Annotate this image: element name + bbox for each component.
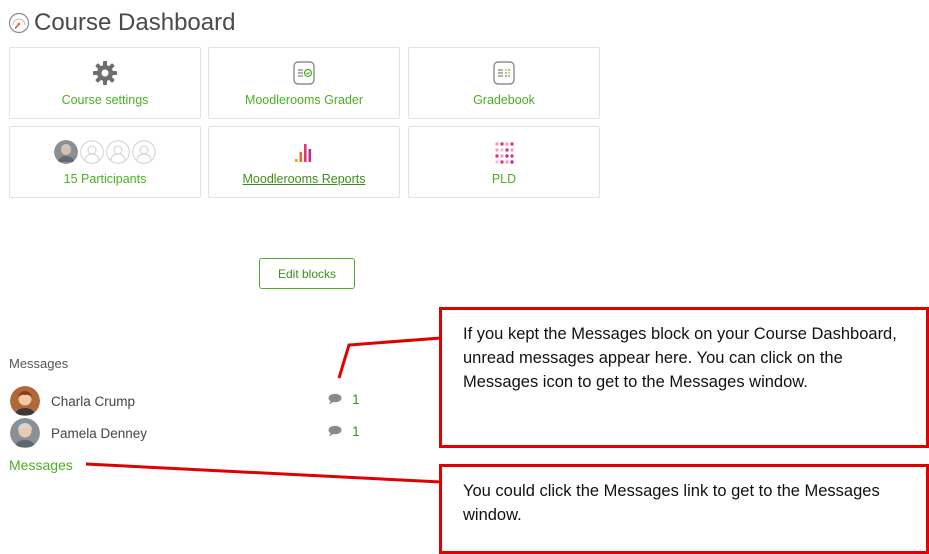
messages-link[interactable]: Messages [9,457,73,473]
reports-bars-icon [295,144,312,162]
avatar[interactable] [10,418,40,448]
tile-label: Gradebook [473,93,535,107]
messages-block-heading: Messages [9,356,69,371]
tile-label: Course settings [61,93,149,107]
avatar-placeholder-icon [80,140,104,164]
unread-count: 1 [352,391,360,407]
pld-dots-icon [495,142,514,164]
page-title: Course Dashboard [34,9,236,36]
tile-moodlerooms-grader[interactable]: Moodlerooms Grader [208,47,400,119]
edit-blocks-button[interactable]: Edit blocks [259,258,355,289]
unread-messages-indicator[interactable]: 1 [328,391,360,407]
message-row: Pamela Denney 1 [10,418,370,448]
avatar-placeholder-icon [132,140,156,164]
tile-participants[interactable]: 15 Participants [9,126,201,198]
gradebook-icon [493,61,515,85]
tile-course-settings[interactable]: Course settings [9,47,201,119]
participant-avatar [54,140,78,164]
tile-gradebook[interactable]: Gradebook [408,47,600,119]
participant-avatars [54,140,156,164]
callout-connector-link [85,462,442,484]
unread-count: 1 [352,423,360,439]
tile-label: Moodlerooms Reports [242,172,366,186]
callout-connector-unread [337,336,442,379]
sender-name[interactable]: Charla Crump [51,394,135,409]
page-title-row: Course Dashboard [8,6,235,40]
grader-icon [293,61,315,85]
callout-unread-messages: If you kept the Messages block on your C… [439,307,929,448]
tile-label: PLD [491,172,517,186]
tile-label: Moodlerooms Grader [244,93,364,107]
dashboard-gauge-icon [8,12,30,34]
speech-bubble-icon[interactable] [328,425,342,437]
avatar[interactable] [10,386,40,416]
gear-icon [93,61,117,85]
tile-label: 15 Participants [63,172,147,186]
speech-bubble-icon[interactable] [328,393,342,405]
tile-pld[interactable]: PLD [408,126,600,198]
tile-moodlerooms-reports[interactable]: Moodlerooms Reports [208,126,400,198]
message-row: Charla Crump 1 [10,386,370,416]
callout-messages-link: You could click the Messages link to get… [439,464,929,554]
avatar-placeholder-icon [106,140,130,164]
sender-name[interactable]: Pamela Denney [51,426,147,441]
unread-messages-indicator[interactable]: 1 [328,423,360,439]
